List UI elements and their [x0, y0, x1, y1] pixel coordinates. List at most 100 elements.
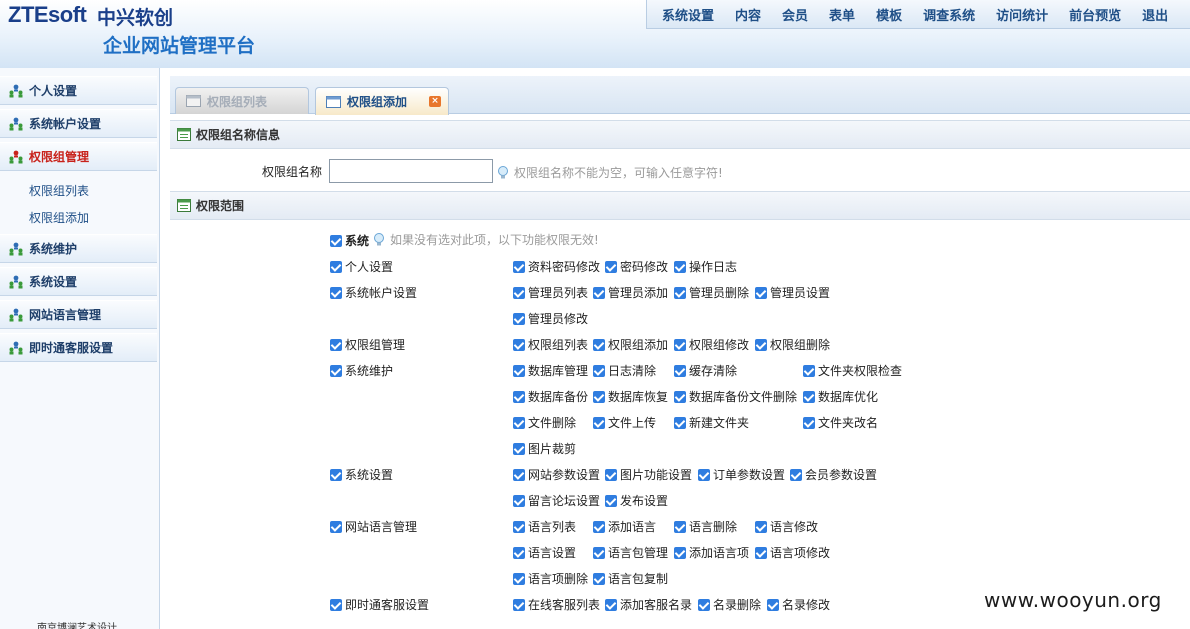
checkbox-permission[interactable]: 新建文件夹 [674, 414, 749, 431]
checkbox-mark [605, 494, 617, 507]
checkbox-mark [674, 416, 686, 429]
checkbox-mark [513, 286, 525, 299]
checkbox-permission[interactable]: 数据库备份文件删除 [674, 388, 797, 405]
checkbox-label: 权限组添加 [608, 338, 669, 352]
sidebar-item-personal[interactable]: 个人设置 [0, 76, 157, 105]
checkbox-permission[interactable]: 发布设置 [605, 492, 668, 509]
tab-group-list[interactable]: 权限组列表 [175, 87, 309, 114]
checkbox-label: 留言论坛设置 [528, 494, 601, 508]
nav-content[interactable]: 内容 [735, 5, 761, 24]
sidebar-item-im-service[interactable]: 即时通客服设置 [0, 333, 157, 362]
checkbox-system[interactable]: 系统 [330, 232, 369, 249]
checkbox-permission[interactable]: 文件夹权限检查 [803, 362, 902, 379]
checkbox-permission[interactable]: 数据库管理 [513, 362, 588, 379]
checkbox-permission[interactable]: 密码修改 [605, 258, 668, 275]
checkbox-permission[interactable]: 留言论坛设置 [513, 492, 600, 509]
checkbox-permission[interactable]: 管理员列表 [513, 284, 588, 301]
checkbox-permission[interactable]: 添加语言 [593, 518, 656, 535]
sidebar-item-permission-groups[interactable]: 权限组管理 [0, 142, 157, 171]
checkbox-permission[interactable]: 缓存清除 [674, 362, 737, 379]
checkbox-permission[interactable]: 操作日志 [674, 258, 737, 275]
checkbox-permission[interactable]: 会员参数设置 [790, 466, 877, 483]
close-icon[interactable]: × [429, 96, 441, 107]
checkbox-permission[interactable]: 日志清除 [593, 362, 656, 379]
checkbox-permission[interactable]: 权限组添加 [593, 336, 668, 353]
checkbox-label: 语言删除 [689, 520, 738, 534]
tab-label: 权限组添加 [347, 95, 408, 109]
nav-survey[interactable]: 调查系统 [923, 5, 975, 24]
nav-logout[interactable]: 退出 [1142, 5, 1168, 24]
checkbox-label: 语言列表 [528, 520, 577, 534]
checkbox-permission[interactable]: 添加语言项 [674, 544, 749, 561]
checkbox-permission[interactable]: 管理员修改 [513, 310, 588, 327]
checkbox-permission[interactable]: 资料密码修改 [513, 258, 600, 275]
checkbox-permission[interactable]: 管理员设置 [755, 284, 830, 301]
checkbox-group[interactable]: 个人设置 [330, 258, 393, 275]
checkbox-permission[interactable]: 语言设置 [513, 544, 576, 561]
checkbox-group[interactable]: 系统维护 [330, 362, 393, 379]
checkbox-mark [593, 286, 605, 299]
checkbox-permission[interactable]: 权限组删除 [755, 336, 830, 353]
checkbox-label: 日志清除 [608, 364, 657, 378]
checkbox-mark [330, 468, 342, 481]
lightbulb-icon [498, 165, 508, 178]
checkbox-label: 添加语言 [608, 520, 657, 534]
checkbox-group[interactable]: 网站语言管理 [330, 518, 417, 535]
checkbox-label: 权限组列表 [528, 338, 589, 352]
checkbox-permission[interactable]: 文件夹改名 [803, 414, 878, 431]
nav-members[interactable]: 会员 [782, 5, 808, 24]
checkbox-permission[interactable]: 文件删除 [513, 414, 576, 431]
checkbox-label: 网站参数设置 [528, 468, 601, 482]
checkbox-label: 系统 [345, 234, 370, 248]
checkbox-group[interactable]: 系统设置 [330, 466, 393, 483]
checkbox-label: 资料密码修改 [528, 260, 601, 274]
checkbox-permission[interactable]: 数据库优化 [803, 388, 878, 405]
checkbox-permission[interactable]: 管理员添加 [593, 284, 668, 301]
tab-group-add[interactable]: 权限组添加 × [315, 87, 449, 115]
sidebar-subitem-group-add[interactable]: 权限组添加 [29, 209, 89, 226]
checkbox-permission[interactable]: 语言包管理 [593, 544, 668, 561]
checkbox-permission[interactable]: 语言列表 [513, 518, 576, 535]
checkbox-mark [513, 312, 525, 325]
checkbox-label: 会员参数设置 [805, 468, 878, 482]
checkbox-permission[interactable]: 订单参数设置 [698, 466, 785, 483]
sidebar-item-system-account[interactable]: 系统帐户设置 [0, 109, 157, 138]
checkbox-mark [330, 520, 342, 533]
checkbox-permission[interactable]: 图片裁剪 [513, 440, 576, 457]
platform-title: 企业网站管理平台 [103, 35, 256, 57]
nav-preview[interactable]: 前台预览 [1069, 5, 1121, 24]
sidebar-item-system-settings[interactable]: 系统设置 [0, 267, 157, 296]
checkbox-permission[interactable]: 语言项修改 [755, 544, 830, 561]
sidebar-item-maintenance[interactable]: 系统维护 [0, 234, 157, 263]
checkbox-permission[interactable]: 网站参数设置 [513, 466, 600, 483]
checkbox-permission[interactable]: 语言删除 [674, 518, 737, 535]
checkbox-permission[interactable]: 权限组修改 [674, 336, 749, 353]
checkbox-permission[interactable]: 文件上传 [593, 414, 656, 431]
checkbox-mark [513, 390, 525, 403]
checkbox-permission[interactable]: 管理员删除 [674, 284, 749, 301]
sidebar-item-languages[interactable]: 网站语言管理 [0, 300, 157, 329]
checkbox-label: 管理员删除 [689, 286, 750, 300]
tab-bar: 权限组列表 权限组添加 × [170, 76, 1190, 115]
checkbox-label: 文件夹改名 [818, 416, 879, 430]
group-name-input[interactable] [329, 159, 493, 183]
checkbox-mark [755, 338, 767, 351]
checkbox-mark [593, 520, 605, 533]
checkbox-permission[interactable]: 数据库恢复 [593, 388, 668, 405]
checkbox-group[interactable]: 权限组管理 [330, 336, 405, 353]
section-title: 权限范围 [196, 199, 245, 213]
checkbox-group[interactable]: 系统帐户设置 [330, 284, 417, 301]
nav-statistics[interactable]: 访问统计 [996, 5, 1048, 24]
nav-forms[interactable]: 表单 [829, 5, 855, 24]
nav-system-settings[interactable]: 系统设置 [662, 5, 714, 24]
checkbox-permission[interactable]: 图片功能设置 [605, 466, 692, 483]
checkbox-permission[interactable]: 语言修改 [755, 518, 818, 535]
section-name-info: 权限组名称信息 [170, 120, 1190, 149]
users-icon [9, 84, 23, 97]
checkbox-mark [330, 286, 342, 299]
checkbox-permission[interactable]: 数据库备份 [513, 388, 588, 405]
users-icon [9, 275, 23, 288]
nav-templates[interactable]: 模板 [876, 5, 902, 24]
checkbox-permission[interactable]: 权限组列表 [513, 336, 588, 353]
sidebar-subitem-group-list[interactable]: 权限组列表 [29, 182, 89, 199]
